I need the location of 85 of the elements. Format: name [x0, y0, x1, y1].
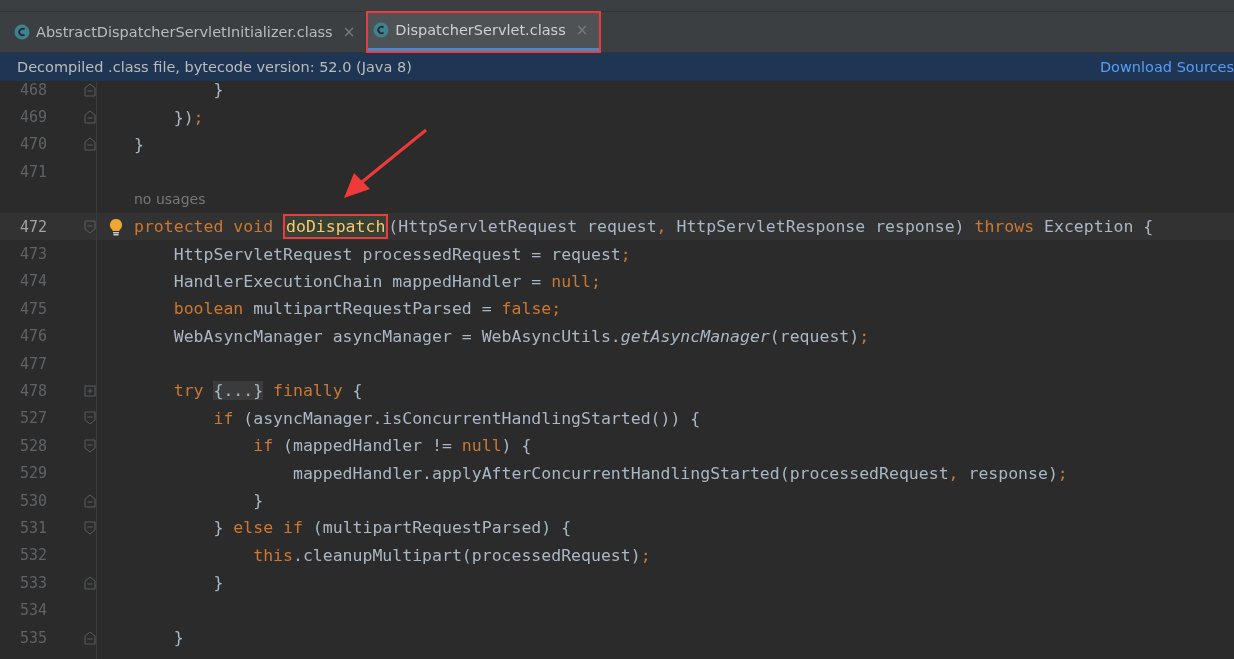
punctuation-text: ,: [656, 217, 668, 237]
keyword-text: this: [252, 545, 293, 565]
line-number: 471: [19, 162, 49, 181]
line-number: 527: [19, 409, 49, 428]
code-text: (HttpServletRequest request: [388, 217, 657, 237]
fold-icon[interactable]: [84, 575, 96, 590]
keyword-text: null: [461, 436, 502, 456]
code-text: }: [172, 628, 184, 647]
decompiled-notice: Decompiled .class file, bytecode version: 52.0 (Java 8): [17, 59, 412, 75]
keyword-text: protected void: [134, 217, 275, 237]
punctuation-text: ;: [640, 545, 651, 565]
punctuation-text: ;: [620, 244, 631, 264]
line-number: 473: [19, 245, 49, 264]
line-number: 475: [19, 299, 49, 318]
line-number: 472: [19, 217, 49, 236]
code-text: }: [212, 518, 225, 538]
fold-icon[interactable]: [84, 493, 96, 508]
code-text: HttpServletRequest processedRequest = request: [172, 244, 621, 264]
punctuation-text: ;: [859, 326, 870, 346]
line-number: 533: [19, 573, 49, 592]
code-text: }: [212, 573, 224, 593]
code-text: }: [252, 491, 264, 511]
line-number: 469: [19, 108, 49, 127]
fold-icon[interactable]: [84, 438, 96, 453]
class-icon: [14, 24, 30, 40]
code-text: .cleanupMultipart(processedRequest): [292, 545, 641, 565]
line-number: 470: [19, 135, 49, 154]
line-number: 476: [19, 327, 49, 346]
line-number: 534: [19, 601, 49, 620]
code-text: (request): [769, 326, 860, 346]
line-number: 531: [19, 518, 49, 537]
line-number: 535: [19, 628, 49, 647]
method-call-text: getAsyncManager: [620, 326, 770, 346]
code-text: }: [134, 134, 144, 154]
punctuation-text: ;: [1057, 463, 1068, 483]
fold-icon[interactable]: [84, 520, 96, 535]
method-name: doDispatch: [283, 214, 389, 240]
keyword-text: finally: [272, 381, 344, 401]
line-number: 468: [19, 81, 49, 99]
fold-icon[interactable]: [84, 219, 96, 234]
fold-icon[interactable]: [84, 82, 96, 97]
code-text: mappedHandler.applyAfterConcurrentHandlingStarted(processedRequest: [291, 463, 949, 483]
code-text: (multipartRequestParsed) {: [312, 518, 572, 538]
keyword-text: false;: [501, 299, 562, 319]
lightbulb-icon[interactable]: [109, 217, 123, 236]
punctuation-text: ,: [948, 463, 960, 483]
expand-icon[interactable]: [84, 384, 96, 398]
code-text: HttpServletResponse response): [676, 217, 966, 237]
code-text: (mappedHandler !=: [283, 436, 453, 456]
code-text: WebAsyncManager asyncManager = WebAsyncUtils.: [172, 326, 621, 346]
punctuation-text: ;: [193, 107, 204, 127]
line-number: 530: [19, 491, 49, 510]
editor-tab[interactable]: AbstractDispatcherServletInitializer.class ×: [8, 12, 368, 52]
line-number: 532: [19, 546, 49, 565]
line-number: 477: [19, 354, 49, 373]
keyword-text: boolean: [172, 299, 245, 319]
keyword-text: try: [172, 381, 205, 401]
code-text: multipartRequestParsed =: [253, 299, 493, 319]
fold-icon[interactable]: [84, 630, 96, 645]
code-text: }): [172, 107, 194, 127]
download-sources-link[interactable]: Download Sources: [1099, 59, 1234, 75]
code-text: (asyncManager.isConcurrentHandlingStarted()) {: [243, 408, 701, 428]
code-text: Exception {: [1044, 217, 1154, 237]
code-text: ) {: [501, 436, 532, 456]
close-icon[interactable]: ×: [342, 23, 356, 41]
line-number: 529: [19, 464, 49, 483]
code-text: response): [968, 463, 1058, 483]
keyword-text: else if: [233, 518, 304, 538]
keyword-text: if: [252, 436, 275, 456]
code-text: HandlerExecutionChain mappedHandler =: [172, 271, 543, 291]
code-text: }: [212, 81, 224, 100]
line-number: 528: [19, 436, 49, 455]
fold-icon[interactable]: [84, 411, 96, 426]
keyword-text: if: [212, 408, 235, 428]
class-icon: [373, 22, 390, 38]
keyword-text: throws: [974, 217, 1036, 237]
code-text: {: [352, 381, 363, 401]
keyword-text: null;: [551, 271, 601, 291]
editor-tab[interactable]: DispatcherServlet.class ×: [367, 12, 601, 52]
folded-code-placeholder[interactable]: {...}: [213, 381, 264, 401]
usages-hint[interactable]: no usages: [134, 191, 206, 208]
line-number: 474: [19, 272, 49, 291]
line-number: 478: [19, 382, 49, 400]
fold-icon[interactable]: [84, 110, 96, 125]
fold-icon[interactable]: [84, 137, 96, 152]
